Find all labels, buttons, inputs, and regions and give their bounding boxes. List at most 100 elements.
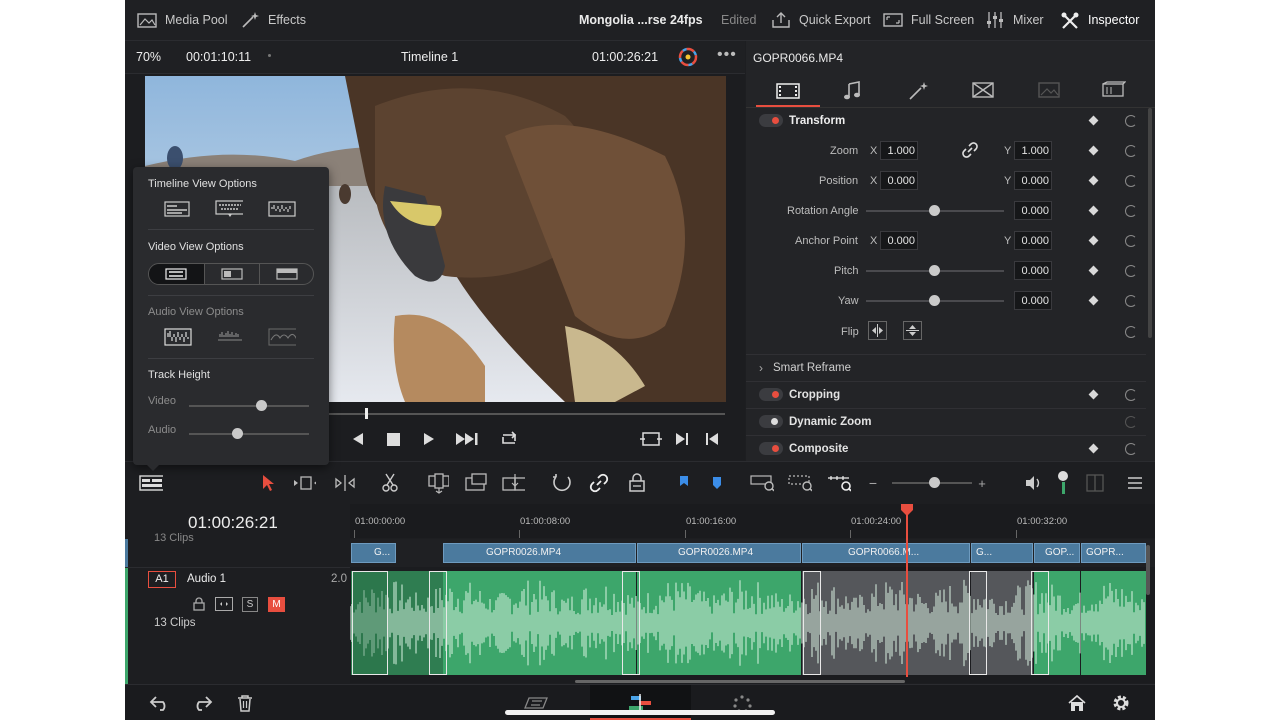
video-clip[interactable]: GOPR0026.MP4 bbox=[637, 543, 801, 563]
rotation-field[interactable]: 0.000 bbox=[1014, 201, 1052, 220]
viewer-zoom[interactable]: 70% bbox=[136, 50, 161, 64]
audio-meter-knob[interactable] bbox=[1058, 471, 1068, 481]
reset-icon[interactable] bbox=[1125, 235, 1137, 247]
keyframe-icon[interactable] bbox=[1088, 175, 1099, 186]
transition-tab-icon[interactable] bbox=[972, 82, 994, 101]
keyframe-icon[interactable] bbox=[1088, 265, 1099, 276]
audio-full-waveform-icon[interactable] bbox=[164, 328, 192, 346]
effects-button[interactable]: Effects bbox=[240, 0, 306, 40]
settings-gear-icon[interactable] bbox=[1111, 693, 1131, 716]
cropping-toggle[interactable] bbox=[759, 388, 783, 401]
timeline-timecode[interactable]: 01:00:26:21 bbox=[188, 513, 278, 533]
keyframe-icon[interactable] bbox=[1088, 389, 1099, 400]
color-wheel-icon[interactable] bbox=[678, 47, 698, 70]
auto-select-icon[interactable] bbox=[215, 597, 233, 611]
mixer-button[interactable]: Mixer bbox=[985, 0, 1044, 40]
lock-icon[interactable] bbox=[192, 597, 206, 614]
reset-icon[interactable] bbox=[1125, 295, 1137, 307]
transition-handle[interactable] bbox=[429, 571, 447, 675]
keyframe-icon[interactable] bbox=[1088, 115, 1099, 126]
quick-export-button[interactable]: Quick Export bbox=[771, 0, 871, 40]
video-height-knob[interactable] bbox=[256, 400, 267, 411]
file-tab-icon[interactable] bbox=[1100, 81, 1127, 102]
inspector-scrollbar[interactable] bbox=[1148, 108, 1152, 338]
audio-height-knob[interactable] bbox=[232, 428, 243, 439]
dynamic-zoom-section[interactable]: Dynamic Zoom bbox=[746, 408, 1146, 435]
composite-toggle[interactable] bbox=[759, 442, 783, 455]
scrubber-playhead[interactable] bbox=[365, 408, 368, 419]
audio-tab-icon[interactable] bbox=[843, 81, 861, 104]
match-frame-icon[interactable] bbox=[639, 430, 663, 448]
audio-track-name[interactable]: Audio 1 bbox=[187, 573, 226, 585]
transition-handle[interactable] bbox=[803, 571, 821, 675]
media-pool-button[interactable]: Media Pool bbox=[137, 0, 228, 40]
previous-clip-icon[interactable] bbox=[705, 432, 719, 446]
stacked-timelines-icon[interactable] bbox=[163, 200, 191, 218]
subtitle-tracks-icon[interactable] bbox=[215, 200, 243, 218]
video-clip[interactable]: GOPR0026.MP4 bbox=[443, 543, 636, 563]
reset-icon[interactable] bbox=[1125, 205, 1137, 217]
timeline-name[interactable]: Timeline 1 bbox=[401, 50, 458, 64]
zoom-in-icon[interactable]: + bbox=[970, 472, 994, 494]
dynamic-zoom-toggle[interactable] bbox=[759, 415, 783, 428]
flag-icon[interactable] bbox=[672, 472, 696, 494]
loop-icon[interactable] bbox=[498, 430, 520, 448]
solo-button[interactable]: S bbox=[242, 597, 258, 612]
more-options-icon[interactable]: ••• bbox=[717, 46, 737, 64]
reset-icon[interactable] bbox=[1125, 265, 1137, 277]
reset-icon[interactable] bbox=[1125, 145, 1137, 157]
rotation-slider-knob[interactable] bbox=[929, 205, 940, 216]
audio-waveform-mirror-icon[interactable] bbox=[268, 328, 296, 346]
keyframe-icon[interactable] bbox=[1088, 443, 1099, 454]
transition-handle[interactable] bbox=[1031, 571, 1049, 675]
zoom-custom-icon[interactable] bbox=[827, 472, 851, 494]
audio-height-slider[interactable] bbox=[189, 433, 309, 435]
overwrite-clip-icon[interactable] bbox=[464, 472, 488, 494]
image-tab-icon[interactable] bbox=[1038, 82, 1060, 101]
play-icon[interactable] bbox=[423, 432, 435, 446]
zoom-full-timeline-icon[interactable] bbox=[750, 472, 774, 494]
audio-track-id[interactable]: A1 bbox=[148, 571, 176, 588]
reset-icon[interactable] bbox=[1125, 416, 1137, 428]
video-tab-icon[interactable] bbox=[776, 83, 800, 102]
mute-button[interactable]: M bbox=[268, 597, 285, 612]
audio-waveforms-icon[interactable] bbox=[268, 200, 296, 218]
home-icon[interactable] bbox=[1067, 694, 1087, 715]
keyframe-icon[interactable] bbox=[1088, 145, 1099, 156]
flip-vertical-icon[interactable] bbox=[903, 321, 922, 340]
zoom-x-field[interactable]: 1.000 bbox=[880, 141, 918, 160]
transition-handle[interactable] bbox=[352, 571, 388, 675]
video-clip[interactable]: GOPR0066.M... bbox=[802, 543, 970, 563]
scrubber-track[interactable] bbox=[325, 413, 725, 415]
timeline-view-options-icon[interactable] bbox=[139, 472, 163, 494]
pitch-slider-knob[interactable] bbox=[929, 265, 940, 276]
trim-tool-icon[interactable] bbox=[292, 472, 316, 494]
reset-icon[interactable] bbox=[1125, 443, 1137, 455]
position-x-field[interactable]: 0.000 bbox=[880, 171, 918, 190]
reset-icon[interactable] bbox=[1125, 389, 1137, 401]
stop-icon[interactable] bbox=[387, 433, 400, 446]
yaw-slider-knob[interactable] bbox=[929, 295, 940, 306]
smart-reframe-section[interactable]: › Smart Reframe bbox=[746, 354, 1146, 381]
previous-frame-icon[interactable] bbox=[352, 432, 364, 446]
position-lock-icon[interactable] bbox=[625, 472, 649, 494]
undo-icon[interactable] bbox=[149, 694, 171, 715]
trash-icon[interactable] bbox=[237, 694, 253, 715]
video-clip[interactable]: GOP... bbox=[1034, 543, 1080, 563]
video-height-slider[interactable] bbox=[189, 405, 309, 407]
video-clip[interactable]: G... bbox=[971, 543, 1033, 563]
transform-toggle[interactable] bbox=[759, 114, 783, 127]
timeline-scrollbar[interactable] bbox=[575, 680, 905, 683]
video-clip[interactable]: G... bbox=[351, 543, 396, 563]
razor-icon[interactable] bbox=[378, 472, 402, 494]
fast-forward-icon[interactable] bbox=[455, 432, 479, 446]
dynamic-trim-icon[interactable] bbox=[331, 472, 355, 494]
snapping-icon[interactable] bbox=[550, 472, 574, 494]
timeline-zoom-knob[interactable] bbox=[929, 477, 940, 488]
reset-icon[interactable] bbox=[1125, 175, 1137, 187]
selection-tool-icon[interactable] bbox=[256, 472, 280, 494]
anchor-x-field[interactable]: 0.000 bbox=[880, 231, 918, 250]
video-clip[interactable]: GOPR... bbox=[1081, 543, 1146, 563]
source-timecode[interactable]: 00:01:10:11 bbox=[186, 50, 251, 64]
next-clip-icon[interactable] bbox=[675, 432, 689, 446]
